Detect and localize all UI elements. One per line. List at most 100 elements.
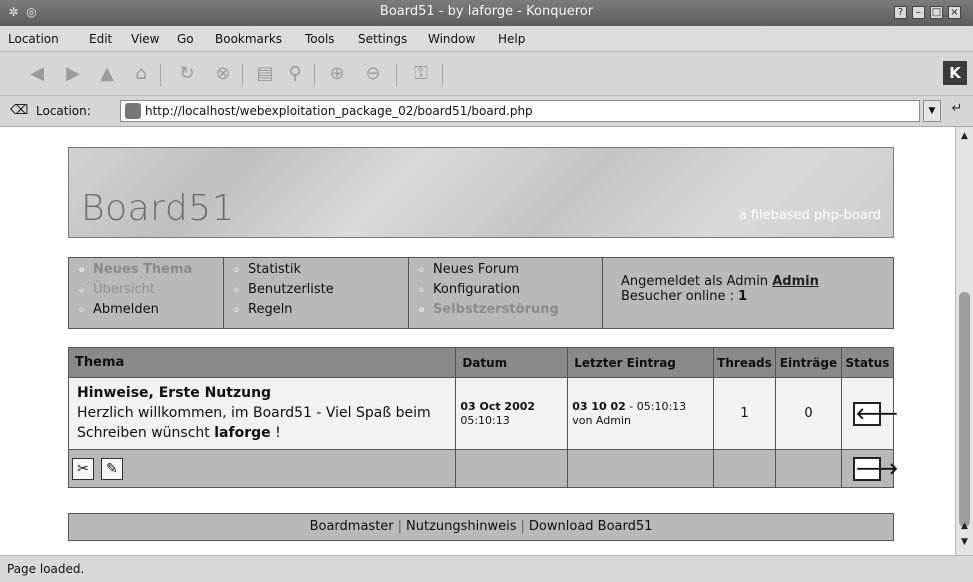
favicon-icon — [125, 103, 141, 119]
header-thema: Thema — [67, 347, 457, 378]
login-prefix: Angemeldet als Admin — [621, 274, 769, 289]
nav-benutzerliste[interactable]: Benutzerliste — [234, 282, 408, 302]
scroll-down-icon[interactable]: ▼ — [958, 537, 971, 551]
scroll-thumb[interactable] — [959, 292, 970, 527]
datum-time: 05:10:13 — [460, 413, 510, 427]
nav-selbstzerstoerung[interactable]: Selbstzerstörung — [419, 302, 602, 322]
footer-separator: | — [397, 519, 403, 534]
table-actions-row: ✂ ✎ 🡒 — [67, 449, 898, 488]
thread-author: laforge — [214, 425, 271, 441]
zoom-out-icon[interactable]: ⊖ — [362, 63, 384, 85]
window-title: Board51 - by laforge - Konqueror — [379, 4, 594, 19]
scroll-up-icon[interactable]: ▲ — [958, 521, 971, 535]
nav-column-1: Neues Thema Übersicht Abmelden — [69, 258, 224, 328]
board-footer: Boardmaster | Nutzungshinweis | Download Boa… — [68, 513, 894, 541]
menu-window[interactable]: Window — [428, 32, 475, 46]
thread-title-link[interactable]: Hinweise, Erste Nutzung — [77, 385, 271, 401]
menu-view[interactable]: View — [131, 32, 159, 46]
toolbar-separator — [442, 64, 443, 86]
forward-icon[interactable]: ▶ — [62, 63, 84, 85]
board-banner: Board51 a filebased php-board — [68, 147, 894, 238]
menu-go[interactable]: Go — [177, 32, 194, 46]
minimize-button[interactable]: – — [912, 6, 925, 19]
empty-cell — [455, 449, 569, 488]
page-viewport: Board51 a filebased php-board Neues Them… — [0, 127, 955, 555]
menu-settings[interactable]: Settings — [358, 32, 407, 46]
menu-help[interactable]: Help — [498, 32, 525, 46]
reload-icon[interactable]: ↻ — [176, 63, 198, 85]
thema-cell: Hinweise, Erste Nutzung Herzlich willkom… — [67, 377, 457, 450]
table-header-row: Thema Datum Letzter Eintrag Threads Eint… — [67, 347, 895, 378]
header-threads: Threads — [713, 347, 776, 378]
forum-table: Thema Datum Letzter Eintrag Threads Eint… — [67, 347, 898, 488]
menu-edit[interactable]: Edit — [89, 32, 112, 46]
footer-link-boardmaster[interactable]: Boardmaster — [310, 519, 394, 534]
help-window-button[interactable]: ? — [894, 6, 907, 19]
footer-link-nutzungshinweis[interactable]: Nutzungshinweis — [406, 519, 517, 534]
menu-tools[interactable]: Tools — [305, 32, 335, 46]
clear-location-icon[interactable]: ⌫ — [10, 103, 28, 118]
print-icon[interactable]: ▤ — [254, 63, 276, 85]
board-tagline: a filebased php-board — [738, 208, 881, 223]
last-entry-date: 03 10 02 — [572, 399, 626, 413]
header-eintraege: Einträge — [774, 347, 842, 378]
scroll-up-icon[interactable]: ▲ — [958, 131, 971, 145]
login-user-link[interactable]: Admin — [772, 274, 819, 289]
datum-cell: 03 Oct 2002 05:10:13 — [455, 377, 569, 450]
last-entry-author: von Admin — [572, 413, 631, 427]
entries-count: 0 — [774, 377, 842, 450]
menu-bar: Location Edit View Go Bookmarks Tools Se… — [0, 26, 973, 52]
status-bar: Page loaded. — [0, 555, 973, 582]
go-icon[interactable]: ↵ — [948, 101, 966, 121]
board-nav: Neues Thema Übersicht Abmelden Statistik… — [68, 257, 894, 329]
zoom-in-icon[interactable]: ⊕ — [326, 63, 348, 85]
nav-abmelden[interactable]: Abmelden — [79, 302, 223, 322]
threads-count: 1 — [713, 377, 776, 450]
konqueror-activity-icon: K — [943, 61, 967, 85]
nav-konfiguration[interactable]: Konfiguration — [419, 282, 602, 302]
home-icon[interactable]: ⌂ — [130, 63, 152, 85]
location-bar: ⌫ Location: http://localhost/webexploita… — [0, 96, 973, 127]
nav-neues-thema[interactable]: Neues Thema — [79, 262, 223, 282]
toolbar-separator — [314, 64, 315, 86]
table-row: Hinweise, Erste Nutzung Herzlich willkom… — [67, 377, 898, 450]
nav-regeln[interactable]: Regeln — [234, 302, 408, 322]
maximize-button[interactable]: □ — [930, 6, 943, 19]
status-arrow-right-icon[interactable]: 🡒 — [853, 456, 898, 481]
edit-pencil-icon[interactable]: ✎ — [100, 457, 123, 480]
status-arrow-left-icon[interactable]: 🡐 — [853, 401, 898, 426]
empty-cell — [774, 449, 842, 488]
back-icon[interactable]: ◀ — [26, 63, 48, 85]
menu-location[interactable]: Location — [8, 32, 59, 46]
close-button[interactable]: × — [948, 6, 961, 19]
vertical-scrollbar[interactable]: ▲ ▲ ▼ — [955, 127, 973, 555]
find-icon[interactable]: ⚲ — [284, 63, 306, 85]
nav-uebersicht[interactable]: Übersicht — [79, 282, 223, 302]
location-label: Location: — [36, 104, 91, 118]
title-bar: ✲ ◎ Board51 - by laforge - Konqueror ? –… — [0, 0, 973, 26]
admin-actions-cell: ✂ ✎ — [67, 449, 457, 488]
up-icon[interactable]: ▲ — [96, 63, 118, 85]
url-history-dropdown[interactable]: ▼ — [923, 100, 941, 122]
nav-statistik[interactable]: Statistik — [234, 262, 408, 282]
scissors-icon[interactable]: ✂ — [72, 457, 94, 480]
datum-day: 03 Oct 2002 — [460, 399, 536, 413]
security-icon[interactable]: ⚿ — [410, 63, 432, 85]
nav-neues-forum[interactable]: Neues Forum — [419, 262, 602, 282]
empty-cell — [567, 449, 714, 488]
menu-bookmarks[interactable]: Bookmarks — [215, 32, 282, 46]
board-logo: Board51 — [81, 188, 235, 229]
footer-link-download[interactable]: Download Board51 — [529, 519, 653, 534]
nav-column-3: Neues Forum Konfiguration Selbstzerstöru… — [409, 258, 603, 328]
url-input[interactable]: http://localhost/webexploitation_package… — [120, 100, 920, 122]
header-status: Status — [840, 347, 895, 378]
footer-separator: | — [520, 519, 525, 534]
thread-description-end: ! — [275, 425, 281, 441]
header-letzter-eintrag: Letzter Eintrag — [567, 347, 714, 378]
header-datum: Datum — [455, 347, 569, 378]
visitors-count: 1 — [738, 289, 748, 304]
status-text: Page loaded. — [7, 562, 85, 576]
stop-icon[interactable]: ⊗ — [212, 63, 234, 85]
toolbar-separator — [160, 64, 161, 86]
last-entry-time: - 05:10:13 — [629, 399, 687, 413]
